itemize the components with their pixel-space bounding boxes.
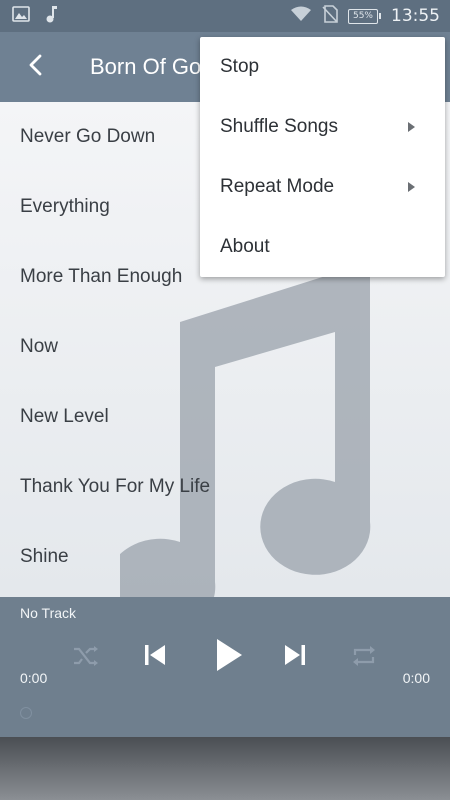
status-time: 13:55 (391, 6, 440, 26)
image-icon (12, 6, 30, 26)
menu-item-label: Stop (220, 56, 260, 77)
duration-time: 0:00 (402, 670, 430, 686)
back-button[interactable] (0, 32, 70, 102)
submenu-arrow-icon (408, 182, 415, 192)
page-title: Born Of God (90, 54, 214, 79)
repeat-icon (351, 645, 377, 671)
shuffle-button[interactable] (68, 641, 102, 675)
play-icon (214, 637, 244, 677)
menu-item-label: About (220, 236, 270, 257)
song-item[interactable]: Thank You For My Life (0, 452, 450, 522)
music-note-icon (44, 5, 58, 27)
previous-icon (143, 643, 167, 671)
status-bar: 55% 13:55 (0, 0, 450, 32)
play-button[interactable] (207, 635, 251, 679)
song-item[interactable]: New Level (0, 382, 450, 452)
menu-item-label: Shuffle Songs (220, 116, 338, 137)
menu-item-label: Repeat Mode (220, 176, 335, 197)
bottom-bar (0, 737, 450, 800)
previous-button[interactable] (137, 639, 173, 675)
shuffle-icon (72, 645, 98, 671)
overflow-menu: Stop Shuffle Songs Repeat Mode About (200, 37, 445, 277)
seek-handle[interactable] (20, 707, 32, 719)
menu-item-about[interactable]: About (200, 217, 445, 277)
wifi-icon (290, 6, 312, 26)
next-button[interactable] (277, 639, 313, 675)
status-left-icons (12, 5, 58, 27)
elapsed-time: 0:00 (20, 670, 48, 686)
song-item[interactable]: Shine (0, 522, 450, 592)
status-right-icons: 55% 13:55 (290, 5, 440, 27)
track-name: No Track (20, 605, 77, 621)
menu-item-stop[interactable]: Stop (200, 37, 445, 97)
player-panel: No Track 0:00 0:00 (0, 597, 450, 737)
menu-item-shuffle-songs[interactable]: Shuffle Songs (200, 97, 445, 157)
song-item[interactable]: Now (0, 312, 450, 382)
battery-level: 55% (348, 8, 378, 24)
repeat-button[interactable] (347, 641, 381, 675)
submenu-arrow-icon (408, 122, 415, 132)
no-sim-icon (322, 5, 338, 27)
menu-item-repeat-mode[interactable]: Repeat Mode (200, 157, 445, 217)
back-arrow-icon (27, 53, 43, 81)
battery-icon: 55% (348, 8, 381, 24)
next-icon (283, 643, 307, 671)
